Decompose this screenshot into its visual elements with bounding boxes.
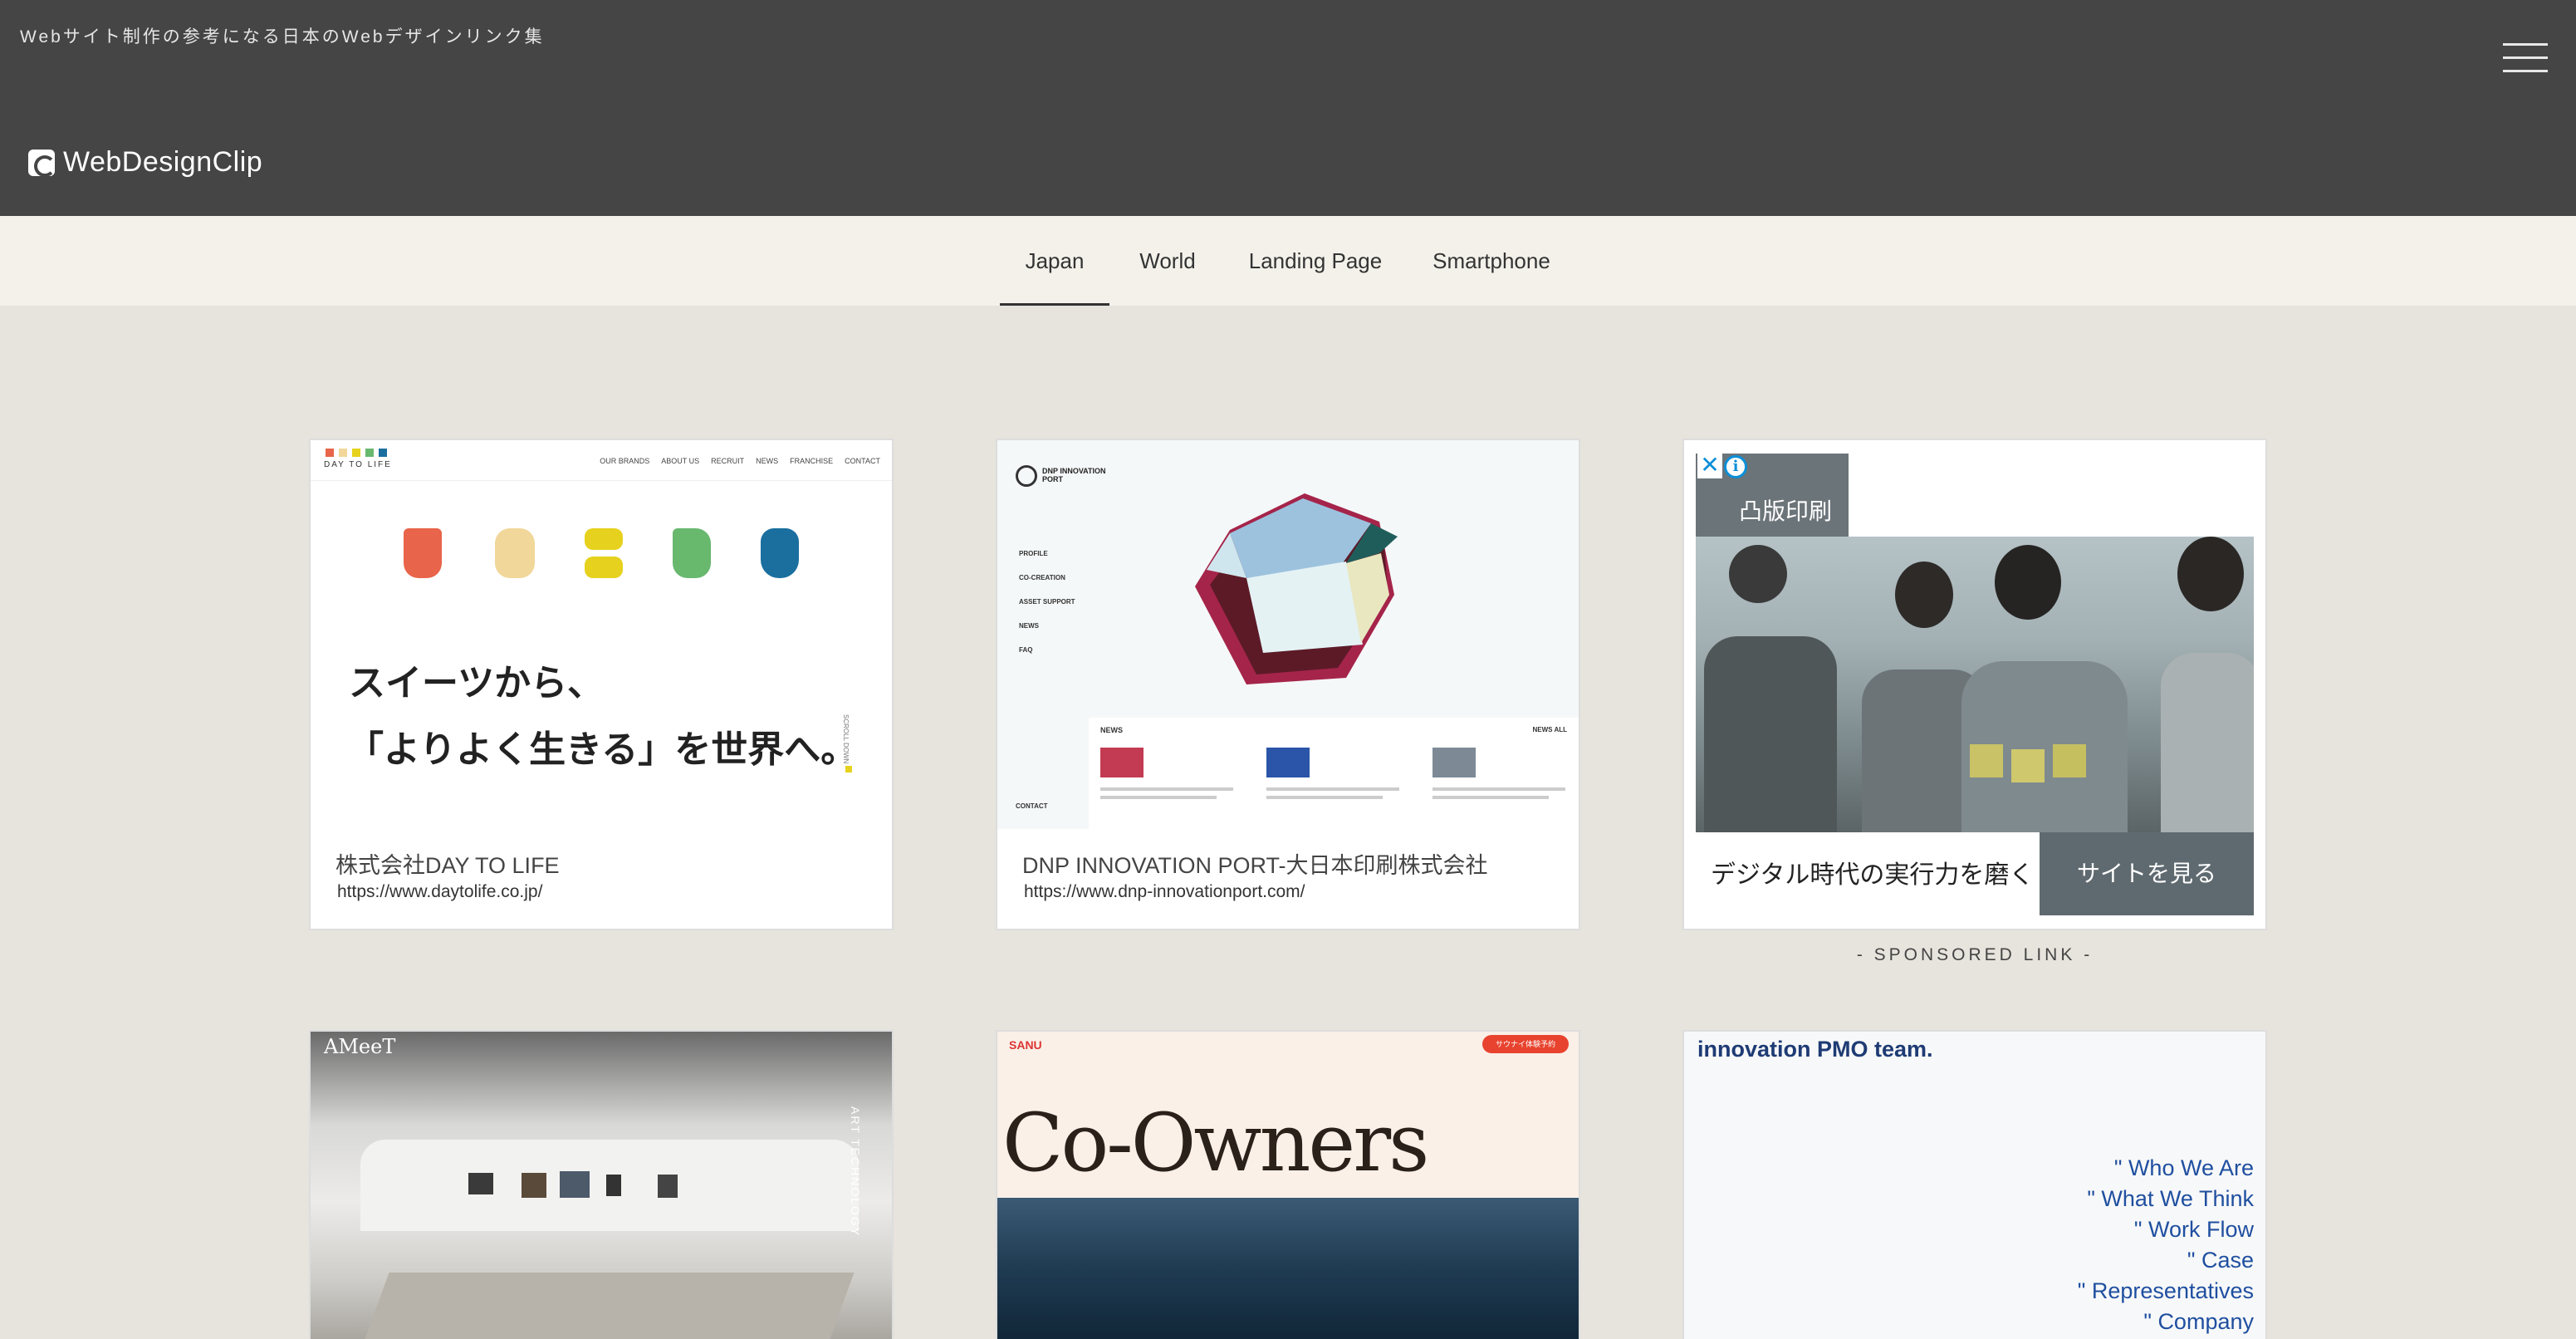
ad-cta-button[interactable]: サイトを見る	[2040, 832, 2254, 915]
site-title[interactable]: 株式会社DAY TO LIFE	[335, 847, 560, 880]
tab-smartphone[interactable]: Smartphone	[1425, 216, 1558, 306]
preview-menu-item: CO-CREATION	[1019, 574, 1065, 581]
preview-link: " What We Think	[2087, 1186, 2254, 1211]
preview-polyhedron	[1195, 493, 1398, 684]
preview-link: " Work Flow	[2133, 1217, 2254, 1242]
preview-shape	[673, 528, 711, 578]
site-logo[interactable]: WebDesignClip	[28, 146, 262, 179]
tab-japan[interactable]: Japan	[1000, 216, 1109, 306]
hamburger-icon	[2503, 43, 2548, 46]
preview-nav-item: RECRUIT	[711, 457, 745, 465]
site-tagline: Webサイト制作の参考になる日本のWebデザインリンク集	[20, 27, 545, 47]
preview-contact: CONTACT	[1016, 802, 1048, 810]
preview-link: " Representatives	[2077, 1278, 2254, 1303]
preview-menu-item: FAQ	[1019, 646, 1033, 654]
preview-nav-item: ABOUT US	[661, 457, 700, 465]
preview-link: " Who We Are	[2113, 1155, 2254, 1180]
site-card[interactable]: DNP INNOVATION PORT PROFILE CO-CREATION …	[996, 439, 1580, 930]
category-nav: Japan World Landing Page Smartphone	[0, 216, 2576, 306]
preview-cta: サウナイ体験予約	[1482, 1035, 1569, 1053]
webdesignclip-logo-icon	[28, 149, 56, 177]
preview-shape	[404, 528, 442, 578]
site-url[interactable]: https://www.dnp-innovationport.com/	[1024, 882, 1305, 902]
preview-menu-item: PROFILE	[1019, 550, 1048, 557]
sponsored-ad[interactable]: 凸版印刷 ✕ i デジタル時代の実行力を磨く サイトを見る	[1682, 439, 2267, 930]
hamburger-icon-bar	[2503, 56, 2548, 59]
ad-photo[interactable]	[1696, 537, 2254, 832]
preview-logo-text: DAY TO LIFE	[324, 460, 392, 469]
preview-headline-line2: 「よりよく生きる」を世界へ。	[347, 729, 858, 770]
hamburger-menu-button[interactable]	[2503, 42, 2548, 75]
preview-menu-item: ASSET SUPPORT	[1019, 598, 1075, 606]
preview-brand: SANU	[1009, 1038, 1042, 1052]
ad-copy[interactable]: デジタル時代の実行力を磨く	[1711, 854, 2034, 890]
site-card[interactable]: innovation PMO team. " Who We Are " What…	[1682, 1030, 2267, 1339]
sponsored-label: - SPONSORED LINK -	[1856, 945, 2094, 964]
preview-nav-item: OUR BRANDS	[600, 457, 650, 465]
preview-headline: Co-Owners	[1002, 1096, 1429, 1189]
site-header: Webサイト制作の参考になる日本のWebデザインリンク集 WebDesignCl…	[0, 0, 2576, 216]
tab-landing-page[interactable]: Landing Page	[1241, 216, 1390, 306]
preview-logo-text: DNP INNOVATION PORT	[1042, 467, 1106, 483]
preview-shape	[761, 528, 799, 578]
site-title[interactable]: DNP INNOVATION PORT-大日本印刷株式会社	[1022, 847, 1488, 880]
preview-nav: OUR BRANDS ABOUT US RECRUIT NEWS FRANCHI…	[600, 457, 880, 465]
site-thumbnail[interactable]: DAY TO LIFE OUR BRANDS ABOUT US RECRUIT …	[311, 440, 892, 829]
site-card[interactable]: AMeeT ART TECHNOLOGY	[309, 1030, 894, 1339]
site-card[interactable]: SANU サウナイ体験予約 Co-Owners	[996, 1030, 1580, 1339]
preview-shape	[495, 528, 535, 578]
hamburger-icon-bar	[2503, 70, 2548, 72]
site-thumbnail[interactable]: AMeeT ART TECHNOLOGY	[311, 1032, 892, 1339]
preview-news-title: NEWS	[1100, 726, 1123, 734]
preview-menu: PROFILE CO-CREATION ASSET SUPPORT NEWS F…	[1019, 542, 1075, 662]
site-thumbnail[interactable]: SANU サウナイ体験予約 Co-Owners	[997, 1032, 1579, 1339]
preview-links: " Who We Are " What We Think " Work Flow…	[2078, 1153, 2254, 1337]
preview-link: " Company	[2143, 1309, 2254, 1334]
preview-shape	[585, 528, 623, 578]
site-thumbnail[interactable]: DNP INNOVATION PORT PROFILE CO-CREATION …	[997, 440, 1579, 829]
site-logo-text: WebDesignClip	[63, 146, 263, 178]
preview-news-all: NEWS ALL	[1532, 726, 1567, 733]
site-url[interactable]: https://www.daytolife.co.jp/	[337, 882, 542, 902]
site-card[interactable]: DAY TO LIFE OUR BRANDS ABOUT US RECRUIT …	[309, 439, 894, 930]
preview-scroll-label: SCROLL DOWN	[842, 714, 850, 764]
preview-headline-line1: スイーツから、	[349, 663, 605, 704]
preview-logo-mark	[1016, 465, 1037, 487]
preview-nav-item: FRANCHISE	[790, 457, 834, 465]
preview-side-label: ART TECHNOLOGY	[849, 1106, 862, 1238]
preview-link: " Case	[2187, 1248, 2254, 1273]
site-thumbnail[interactable]: innovation PMO team. " Who We Are " What…	[1684, 1032, 2265, 1339]
tab-world[interactable]: World	[1133, 216, 1202, 306]
ad-brand-name: 凸版印刷	[1739, 498, 1833, 524]
preview-headline: innovation PMO team.	[1697, 1037, 1933, 1062]
preview-logo-text: AMeeT	[324, 1035, 396, 1058]
preview-logo-dots	[326, 449, 387, 457]
preview-news-panel: NEWS NEWS ALL	[1089, 718, 1579, 829]
info-icon[interactable]: i	[1724, 455, 1747, 478]
preview-nav-item: CONTACT	[845, 457, 880, 465]
close-icon[interactable]: ✕	[1697, 454, 1722, 478]
preview-nav-item: NEWS	[756, 457, 779, 465]
preview-menu-item: NEWS	[1019, 622, 1039, 630]
